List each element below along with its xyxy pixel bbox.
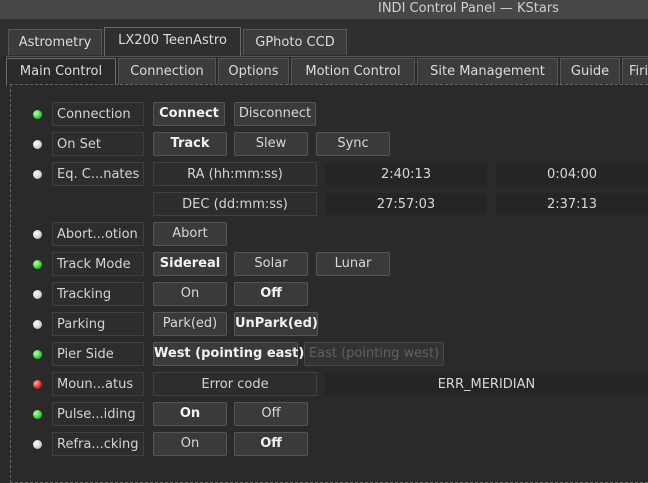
device-tab-bar: Astrometry LX200 TeenAstro GPhoto CCD: [0, 19, 648, 56]
status-light-green: [33, 350, 42, 359]
window-title: INDI Control Panel — KStars: [378, 1, 559, 16]
sidereal-button[interactable]: Sidereal: [153, 252, 227, 276]
refraction-on-button[interactable]: On: [153, 432, 227, 456]
ra-input[interactable]: 0:04:00: [495, 162, 648, 186]
property-connection: Connection Connect Disconnect: [11, 99, 648, 129]
property-label: Tracking: [52, 282, 144, 306]
pulse-guiding-off-button[interactable]: Off: [234, 402, 308, 426]
tab-main-control[interactable]: Main Control: [6, 58, 116, 86]
property-parking: Parking Park(ed) UnPark(ed): [11, 309, 648, 339]
property-label: Track Mode: [52, 252, 144, 276]
park-button[interactable]: Park(ed): [153, 312, 227, 336]
abort-button[interactable]: Abort: [153, 222, 227, 246]
tab-lx200-teenastro[interactable]: LX200 TeenAstro: [104, 27, 241, 56]
property-eq-coordinates-dec: DEC (dd:mm:ss) 27:57:03 2:37:13: [11, 189, 648, 219]
property-abort-motion: Abort...otion Abort: [11, 219, 648, 249]
tab-motion-control[interactable]: Motion Control: [291, 58, 415, 85]
property-label: Pier Side: [52, 342, 144, 366]
tab-guide[interactable]: Guide: [560, 58, 620, 85]
solar-button[interactable]: Solar: [234, 252, 308, 276]
property-pier-side: Pier Side West (pointing east) East (poi…: [11, 339, 648, 369]
tab-firmware[interactable]: Firi: [622, 58, 648, 85]
pier-west-button[interactable]: West (pointing east): [153, 342, 304, 366]
pier-east-button: East (pointing west): [304, 342, 444, 366]
error-code-value: ERR_MERIDIAN: [324, 372, 648, 396]
property-label: Pulse...iding: [52, 402, 144, 426]
property-label: Eq. C...nates: [52, 162, 144, 186]
property-label: On Set: [52, 132, 144, 156]
unpark-button[interactable]: UnPark(ed): [234, 312, 318, 336]
status-light-idle: [33, 170, 42, 179]
property-on-set: On Set Track Slew Sync: [11, 129, 648, 159]
error-code-label: Error code: [153, 372, 317, 396]
property-label: Parking: [52, 312, 144, 336]
property-label: Abort...otion: [52, 222, 144, 246]
status-light-idle: [33, 140, 42, 149]
status-light-idle: [33, 230, 42, 239]
sync-button[interactable]: Sync: [316, 132, 390, 156]
tab-options[interactable]: Options: [218, 58, 289, 85]
tracking-off-button[interactable]: Off: [234, 282, 308, 306]
property-mount-status: Moun...atus Error code ERR_MERIDIAN: [11, 369, 648, 399]
ra-value: 2:40:13: [324, 162, 488, 186]
property-pulse-guiding: Pulse...iding On Off: [11, 399, 648, 429]
pulse-guiding-on-button[interactable]: On: [153, 402, 227, 426]
status-light-green: [33, 260, 42, 269]
ra-label: RA (hh:mm:ss): [153, 162, 317, 186]
connect-button[interactable]: Connect: [153, 102, 225, 126]
property-refraction-tracking: Refra...cking On Off: [11, 429, 648, 459]
track-button[interactable]: Track: [153, 132, 227, 156]
status-light-alert: [33, 380, 42, 389]
status-light-idle: [33, 440, 42, 449]
dec-label: DEC (dd:mm:ss): [153, 192, 317, 216]
tab-connection[interactable]: Connection: [118, 58, 216, 85]
window-titlebar: INDI Control Panel — KStars: [0, 0, 648, 19]
tab-gphoto-ccd[interactable]: GPhoto CCD: [243, 29, 347, 55]
lunar-button[interactable]: Lunar: [316, 252, 390, 276]
status-light-green: [33, 110, 42, 119]
tab-astrometry[interactable]: Astrometry: [8, 29, 102, 55]
dec-value: 27:57:03: [324, 192, 488, 216]
property-tracking: Tracking On Off: [11, 279, 648, 309]
tracking-on-button[interactable]: On: [153, 282, 227, 306]
property-label: Moun...atus: [52, 372, 144, 396]
tab-site-management[interactable]: Site Management: [417, 58, 558, 85]
group-tab-bar: Main Control Connection Options Motion C…: [6, 56, 648, 86]
property-track-mode: Track Mode Sidereal Solar Lunar: [11, 249, 648, 279]
property-label: Refra...cking: [52, 432, 144, 456]
dec-input[interactable]: 2:37:13: [495, 192, 648, 216]
property-label: Connection: [52, 102, 144, 126]
property-eq-coordinates: Eq. C...nates RA (hh:mm:ss) 2:40:13 0:04…: [11, 159, 648, 189]
status-light-idle: [33, 290, 42, 299]
slew-button[interactable]: Slew: [234, 132, 308, 156]
status-light-idle: [33, 320, 42, 329]
status-light-green: [33, 410, 42, 419]
refraction-off-button[interactable]: Off: [234, 432, 308, 456]
disconnect-button[interactable]: Disconnect: [234, 102, 316, 126]
main-control-panel: Connection Connect Disconnect On Set Tra…: [10, 84, 648, 483]
